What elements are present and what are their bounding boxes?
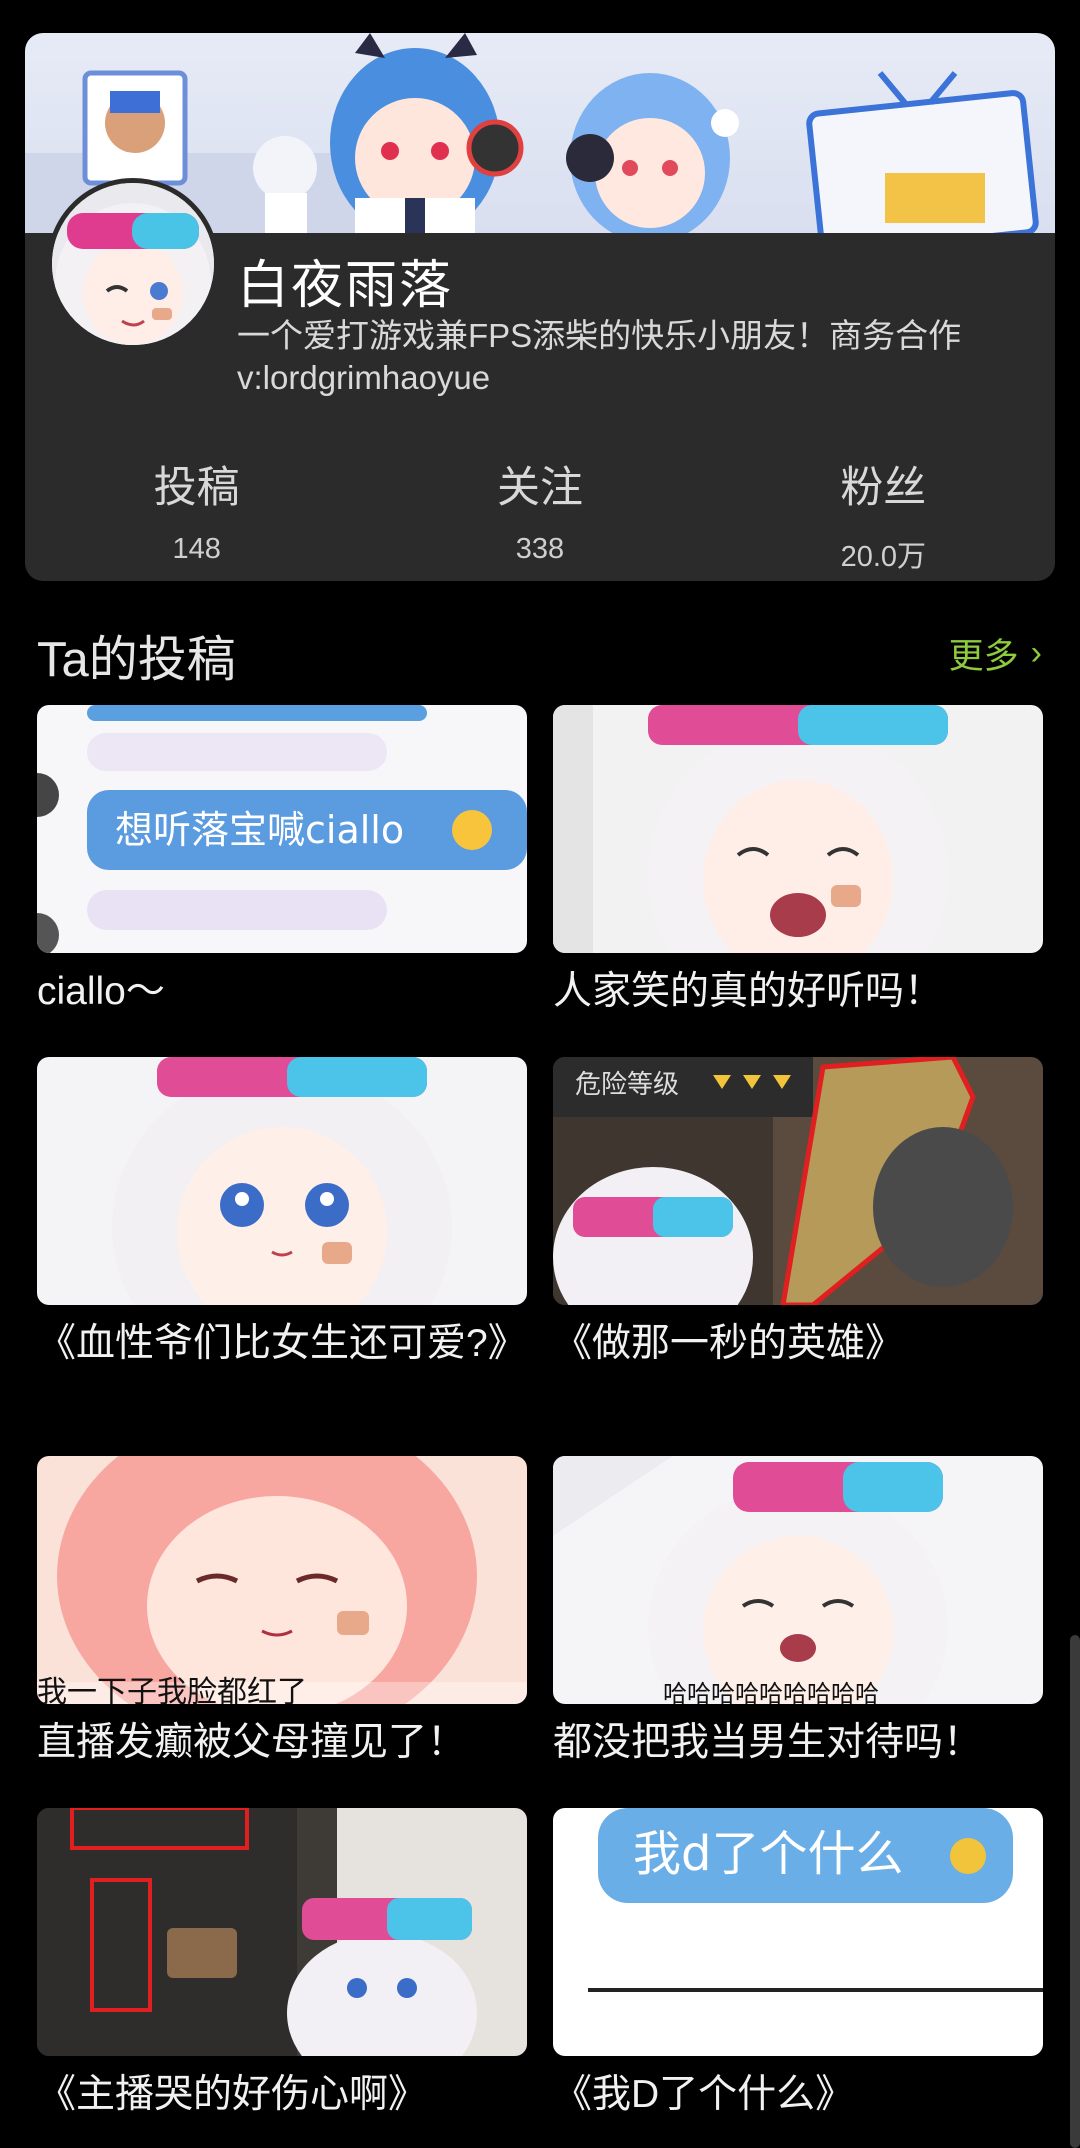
stat-posts[interactable]: 投稿 148: [25, 453, 368, 573]
video-caption: 都没把我当男生对待吗！: [553, 1721, 983, 1764]
stat-label: 投稿: [153, 464, 240, 512]
video-thumbnail[interactable]: 危险等级: [553, 1057, 1043, 1305]
stat-following[interactable]: 关注 338: [368, 453, 711, 573]
profile-name: 白夜雨落: [237, 257, 454, 315]
thumb-text: 我d了个什么: [633, 1826, 903, 1882]
stat-label: 关注: [496, 464, 583, 512]
stat-value: 148: [172, 533, 221, 565]
video-thumbnail[interactable]: 想听落宝喊ciallo: [37, 705, 527, 953]
video-caption: 《血性爷们比女生还可爱?》: [37, 1322, 527, 1365]
video-thumbnail[interactable]: [37, 1808, 527, 2056]
video-card[interactable]: 《血性爷们比女生还可爱?》: [37, 1057, 527, 1369]
video-thumbnail[interactable]: 哈哈哈哈哈哈哈哈哈: [553, 1456, 1043, 1704]
video-thumbnail[interactable]: [553, 705, 1043, 953]
video-thumbnail[interactable]: 我d了个什么: [553, 1808, 1043, 2056]
thumb-text: 哈哈哈哈哈哈哈哈哈: [663, 1680, 879, 1704]
avatar[interactable]: [47, 178, 219, 350]
video-caption: 《主播哭的好伤心啊》: [37, 2073, 428, 2116]
video-caption: 《做那一秒的英雄》: [553, 1322, 905, 1365]
profile-card: 白夜雨落 一个爱打游戏兼FPS添柴的快乐小朋友！商务合作v:lordgrimha…: [25, 33, 1055, 581]
video-card[interactable]: 我d了个什么 《我D了个什么》: [553, 1808, 1043, 2120]
video-card[interactable]: 危险等级 《做那一秒的英雄》: [553, 1057, 1043, 1369]
stat-value: 20.0万: [840, 541, 927, 573]
video-card[interactable]: 想听落宝喊ciallo ciallo～: [37, 705, 527, 1017]
thumb-text: 想听落宝喊ciallo: [115, 808, 404, 852]
video-thumbnail[interactable]: [37, 1057, 527, 1305]
thumb-text: 危险等级: [575, 1070, 679, 1100]
stat-label: 粉丝: [840, 464, 927, 512]
thumb-text: 我一下子我脸都红了: [37, 1675, 307, 1704]
video-caption: 人家笑的真的好听吗！: [553, 970, 944, 1013]
video-caption: 直播发癫被父母撞见了！: [37, 1721, 467, 1764]
profile-bio: 一个爱打游戏兼FPS添柴的快乐小朋友！商务合作v:lordgrimhaoyue: [237, 317, 962, 396]
video-card[interactable]: 人家笑的真的好听吗！: [553, 705, 1043, 1017]
video-card[interactable]: 《主播哭的好伤心啊》: [37, 1808, 527, 2120]
scrollbar[interactable]: [1070, 1635, 1080, 2148]
profile-stats: 投稿 148 关注 338 粉丝 20.0万: [25, 453, 1055, 573]
stat-followers[interactable]: 粉丝 20.0万: [712, 453, 1055, 573]
section-title: Ta的投稿: [37, 633, 236, 687]
more-label: 更多: [948, 637, 1019, 676]
video-card[interactable]: 我一下子我脸都红了 直播发癫被父母撞见了！: [37, 1456, 527, 1768]
stat-value: 338: [515, 533, 565, 565]
chevron-right-icon: ›: [1030, 634, 1042, 672]
video-card[interactable]: 哈哈哈哈哈哈哈哈哈 都没把我当男生对待吗！: [553, 1456, 1043, 1768]
video-thumbnail[interactable]: 我一下子我脸都红了: [37, 1456, 527, 1704]
more-link[interactable]: 更多 ›: [949, 628, 1042, 679]
video-caption: 《我D了个什么》: [553, 2073, 855, 2116]
video-caption: ciallo～: [37, 970, 165, 1013]
